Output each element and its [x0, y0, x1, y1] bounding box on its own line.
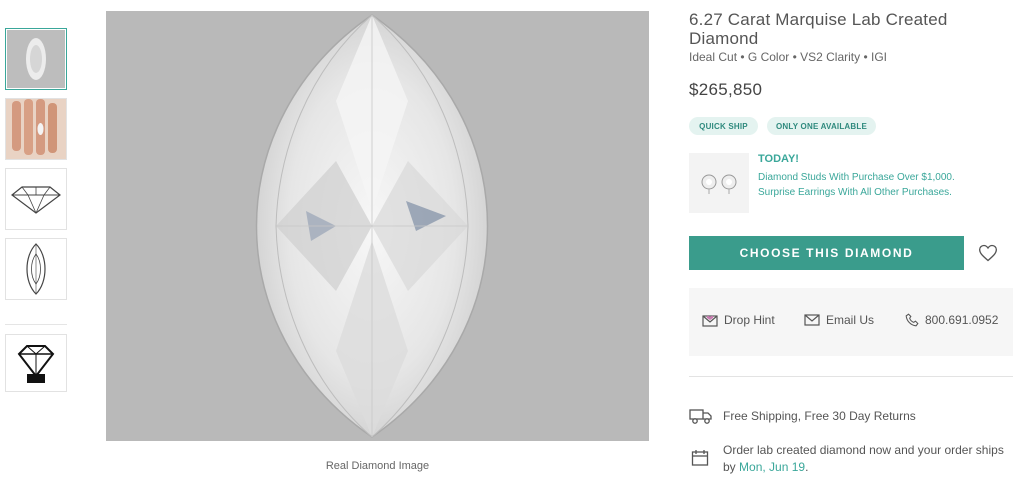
promo-text: Diamond Studs With Purchase Over $1,000.…	[758, 172, 955, 198]
promo-image	[689, 153, 749, 213]
contact-bar: Drop Hint Email Us 800.691.0952	[689, 288, 1013, 356]
image-caption: Real Diamond Image	[325, 460, 430, 472]
marquise-diamond-icon	[106, 11, 649, 441]
phone-number: 800.691.0952	[925, 313, 999, 327]
thumb-igi-certificate[interactable]	[5, 334, 67, 392]
free-shipping-text: Free Shipping, Free 30 Day Returns	[723, 409, 916, 423]
side-profile-icon	[11, 186, 61, 214]
stud-earrings-icon	[701, 174, 737, 194]
thumb-divider	[5, 324, 67, 325]
email-us-link[interactable]: Email Us	[804, 313, 874, 327]
heart-icon[interactable]	[978, 243, 998, 263]
marquise-photo-icon	[7, 30, 65, 88]
product-title: 6.27 Carat Marquise Lab Created Diamond	[689, 10, 948, 48]
order-ship-date-info: Order lab created diamond now and your o…	[723, 442, 1013, 476]
envelope-heart-icon	[702, 315, 718, 327]
choose-diamond-button[interactable]: CHOOSE THIS DIAMOND	[689, 236, 964, 270]
section-divider	[689, 376, 1013, 377]
igi-logo-icon	[17, 345, 55, 383]
email-us-label: Email Us	[826, 313, 875, 327]
thumb-side-profile[interactable]	[5, 168, 67, 230]
promo-banner[interactable]: TODAY! Diamond Studs With Purchase Over …	[689, 150, 1019, 216]
ship-date: Mon, Jun 19	[739, 460, 806, 474]
thumb-hand-view[interactable]	[5, 98, 67, 160]
product-price: $265,850	[689, 80, 763, 99]
free-shipping-info: Free Shipping, Free 30 Day Returns	[689, 407, 916, 425]
calendar-icon	[691, 449, 709, 472]
drop-hint-link[interactable]: Drop Hint	[702, 313, 775, 327]
order-suffix: .	[805, 460, 809, 474]
envelope-icon	[804, 314, 820, 326]
quick-ship-badge: QUICK SHIP	[689, 117, 758, 135]
main-diamond-image[interactable]	[106, 11, 649, 441]
marquise-outline-icon	[26, 243, 46, 295]
promo-heading: TODAY!	[758, 153, 799, 165]
drop-hint-label: Drop Hint	[724, 313, 775, 327]
phone-link[interactable]: 800.691.0952	[905, 313, 998, 327]
availability-badge: ONLY ONE AVAILABLE	[767, 117, 876, 135]
thumb-top-outline[interactable]	[5, 238, 67, 300]
thumb-diamond-photo[interactable]	[5, 28, 67, 90]
hand-photo-icon	[6, 99, 66, 159]
phone-icon	[905, 313, 919, 327]
truck-icon	[689, 409, 712, 424]
product-specs: Ideal Cut • G Color • VS2 Clarity • IGI	[689, 50, 887, 64]
